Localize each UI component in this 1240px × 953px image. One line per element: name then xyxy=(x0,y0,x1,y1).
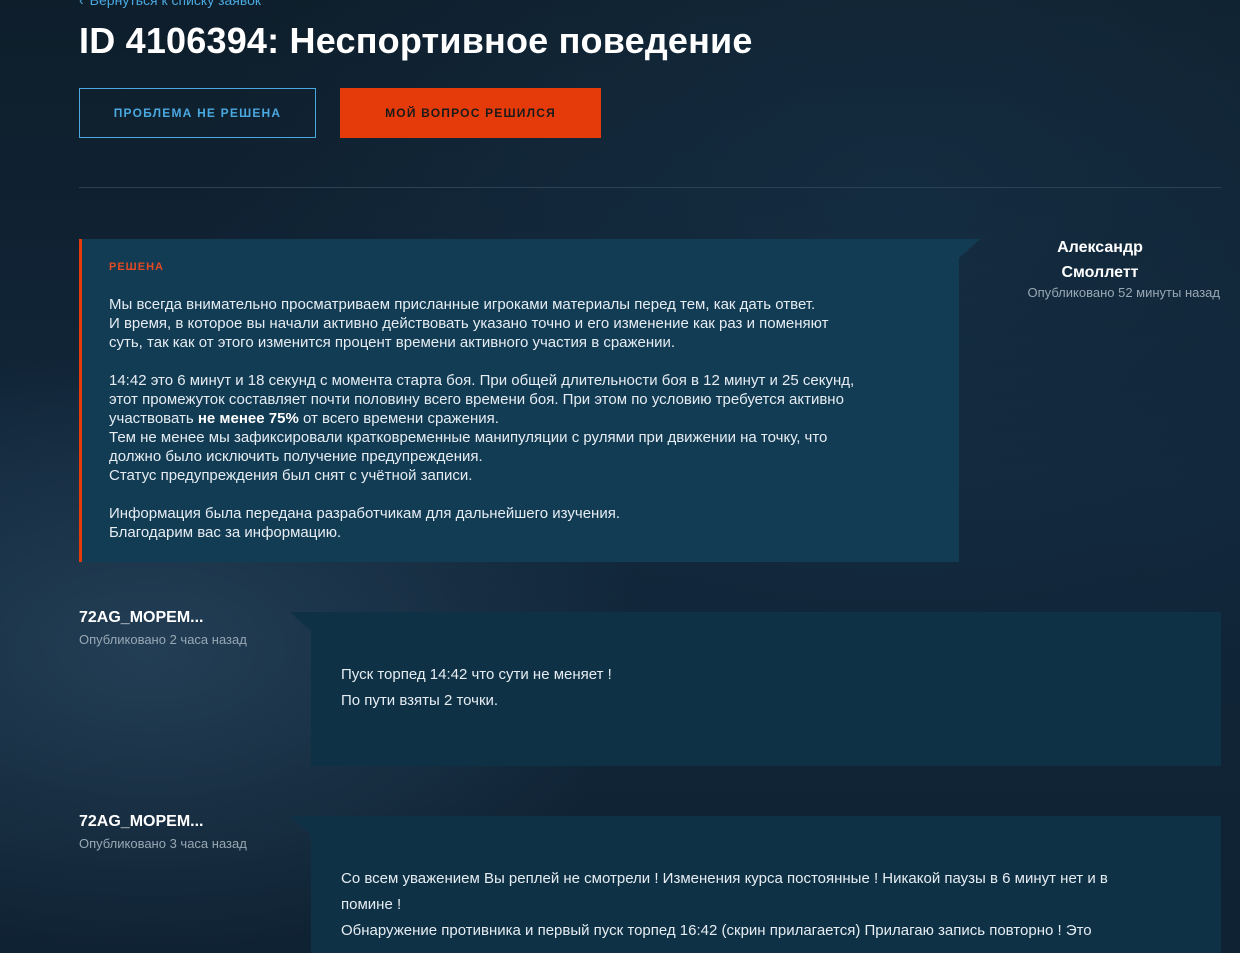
message-fragment: от всего времени сражения. xyxy=(298,410,499,427)
user-message-bubble: Со всем уважением Вы реплей не смотрели … xyxy=(311,816,1221,953)
message-text: Со всем уважением Вы реплей не смотрели … xyxy=(341,866,1191,944)
back-link-label: Вернуться к списку заявок xyxy=(89,0,262,8)
user-message-bubble: Пуск торпед 14:42 что сути не меняет ! П… xyxy=(311,612,1221,766)
divider xyxy=(79,187,1221,188)
bubble-tail xyxy=(290,612,312,632)
author-name: Александр Смоллетт xyxy=(1000,235,1200,285)
not-resolved-button[interactable]: ПРОБЛЕМА НЕ РЕШЕНА xyxy=(79,88,316,138)
message-line: Обнаружение противника и первый пуск тор… xyxy=(341,922,1092,939)
bubble-tail xyxy=(958,239,980,259)
chevron-left-icon: ‹ xyxy=(79,0,84,8)
published-time: Опубликовано 3 часа назад xyxy=(79,836,247,851)
message-line: Со всем уважением Вы реплей не смотрели … xyxy=(341,870,1108,887)
staff-author: Александр Смоллетт Опубликовано 52 минут… xyxy=(980,235,1220,300)
status-badge: РЕШЕНА xyxy=(109,261,164,273)
back-to-tickets-link[interactable]: ‹ Вернуться к списку заявок xyxy=(79,0,261,8)
message-line: должно было исключить получение предупре… xyxy=(109,448,483,465)
message-text: Мы всегда внимательно просматриваем прис… xyxy=(109,295,932,542)
bubble-tail xyxy=(290,816,312,836)
user-author: 72AG_MOPEM... Опубликовано 3 часа назад xyxy=(79,813,247,851)
author-name-line: Смоллетт xyxy=(1061,264,1139,281)
message-text: Пуск торпед 14:42 что сути не меняет ! П… xyxy=(341,662,1191,714)
message-line: помине ! xyxy=(341,896,402,913)
author-name-line: Александр xyxy=(1057,239,1143,256)
message-line: И время, в которое вы начали активно дей… xyxy=(109,315,829,332)
message-fragment: участвовать xyxy=(109,410,198,427)
resolved-button[interactable]: МОЙ ВОПРОС РЕШИЛСЯ xyxy=(340,88,601,138)
message-line: участвовать не менее 75% от всего времен… xyxy=(109,409,932,428)
user-author: 72AG_MOPEM... Опубликовано 2 часа назад xyxy=(79,609,247,647)
message-line: Мы всегда внимательно просматриваем прис… xyxy=(109,296,816,313)
message-line: Тем не менее мы зафиксировали кратковрем… xyxy=(109,429,828,446)
message-line: Статус предупреждения был снят с учётной… xyxy=(109,467,473,484)
message-line: 14:42 это 6 минут и 18 секунд с момента … xyxy=(109,372,855,389)
message-line: этот промежуток составляет почти половин… xyxy=(109,391,844,408)
message-line: Благодарим вас за информацию. xyxy=(109,524,342,541)
published-time: Опубликовано 52 минуты назад xyxy=(1027,285,1220,300)
published-time: Опубликовано 2 часа назад xyxy=(79,632,247,647)
author-name: 72AG_MOPEM... xyxy=(79,609,204,626)
message-line: суть, так как от этого изменится процент… xyxy=(109,334,676,351)
staff-message-bubble: РЕШЕНА Мы всегда внимательно просматрива… xyxy=(79,239,959,562)
author-name: 72AG_MOPEM... xyxy=(79,813,204,830)
message-bold-fragment: не менее 75% xyxy=(197,410,299,427)
page-title: ID 4106394: Неспортивное поведение xyxy=(79,20,753,61)
message-line: Пуск торпед 14:42 что сути не меняет ! xyxy=(341,666,612,683)
message-line: По пути взяты 2 точки. xyxy=(341,692,499,709)
message-line: Информация была передана разработчикам д… xyxy=(109,505,620,522)
